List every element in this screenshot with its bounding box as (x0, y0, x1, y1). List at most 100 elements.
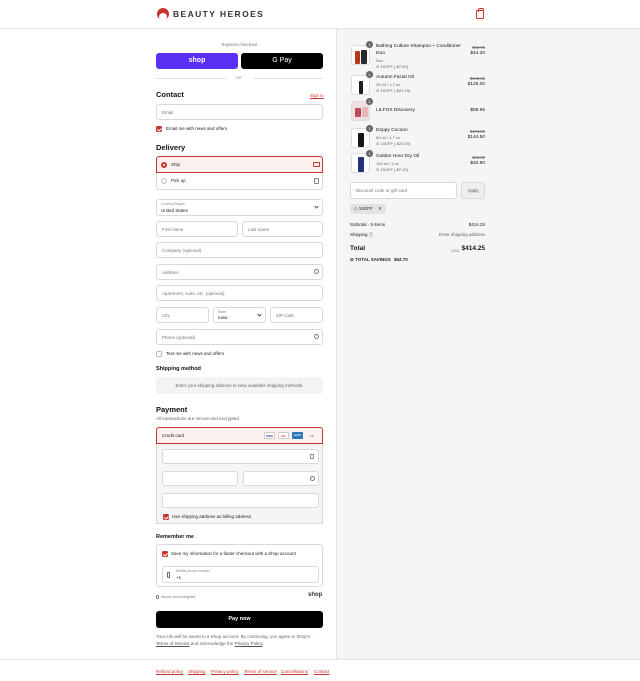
quantity-badge: 1 (366, 71, 373, 78)
pickup-radio[interactable] (161, 178, 167, 184)
expiry-field[interactable] (162, 471, 238, 486)
footer: Refund policy Shipping Privacy policy Te… (0, 659, 640, 681)
credit-card-option[interactable]: Credit card VISA MC AMEX +4 (156, 427, 323, 444)
phone-icon (167, 572, 170, 578)
privacy-link[interactable]: Privacy Policy (235, 641, 263, 646)
brand-name: BEAUTY HEROES (173, 9, 265, 19)
last-name-field[interactable]: Last name (242, 221, 323, 237)
card-details-panel: Use shipping address as billing address (156, 444, 323, 524)
discount-code-field[interactable]: Discount code or gift card (350, 182, 457, 199)
card-number-field[interactable] (162, 449, 319, 464)
help-icon[interactable] (314, 334, 319, 339)
save-info-checkbox[interactable] (162, 551, 168, 557)
logo-icon (157, 8, 169, 20)
item-original-price: $52.00 (472, 45, 485, 50)
ship-radio[interactable] (161, 162, 167, 168)
state-value: Iowa (218, 315, 228, 320)
product-image (351, 45, 370, 65)
item-original-price: $148.25 (469, 76, 485, 81)
item-variant: Duo (376, 58, 384, 63)
visa-icon: VISA (264, 432, 275, 439)
apply-button[interactable]: Apply (461, 182, 485, 199)
item-original-price: $48.00 (472, 155, 485, 160)
close-icon[interactable]: ✕ (378, 206, 382, 211)
item-name: Autumn Facial Oil (376, 75, 414, 80)
delivery-title: Delivery (156, 143, 186, 152)
lock-icon (310, 454, 314, 459)
company-field[interactable]: Company (optional) (156, 242, 323, 258)
zip-field[interactable]: ZIP code (270, 307, 323, 323)
help-icon[interactable]: ⓘ (369, 232, 374, 237)
item-discount: ⊘ 15OFF (-$23.25) (376, 88, 410, 93)
product-image (351, 75, 370, 95)
amex-icon: AMEX (292, 432, 303, 439)
shop-pay-button[interactable]: shop (156, 53, 238, 69)
shipping-link[interactable]: Shipping (188, 669, 206, 674)
shipping-label: Shipping (350, 232, 368, 237)
cart-bag-icon[interactable] (476, 8, 484, 19)
legal-and: and acknowledge the (189, 641, 235, 646)
address-field[interactable]: Address (156, 264, 323, 280)
privacy-policy-link[interactable]: Privacy policy (211, 669, 239, 674)
contact-title: Contact (156, 90, 184, 99)
item-price: $44.20 (470, 51, 485, 56)
item-price: $144.50 (467, 135, 485, 140)
pickup-option[interactable]: Pick up (156, 173, 323, 190)
phone-field[interactable]: Phone (optional) (156, 329, 323, 345)
item-discount: ⊘ 15OFF (-$7.80) (376, 64, 408, 69)
country-label: Country/Region (161, 202, 186, 206)
shipping-value: Enter shipping address (438, 232, 485, 237)
state-select[interactable]: State Iowa (213, 307, 266, 323)
divider-right (253, 78, 323, 79)
item-discount-text: 15OFF (-$7.80) (380, 64, 409, 69)
divider-left (156, 78, 226, 79)
brand-logo[interactable]: BEAUTY HEROES (157, 8, 264, 20)
legal-line: Your info will be saved to a Shop accoun… (156, 634, 311, 639)
billing-checkbox[interactable] (163, 514, 169, 520)
item-discount-text: 15OFF (-$23.25) (380, 88, 411, 93)
terms-link[interactable]: Terms of Service (156, 641, 190, 646)
payment-title: Payment (156, 405, 188, 414)
sign-in-link[interactable]: Sign in (310, 93, 324, 98)
item-discount: ⊘ 15OFF (-$7.20) (376, 167, 408, 172)
help-icon[interactable] (310, 476, 315, 481)
total-label: Total (350, 245, 366, 252)
item-original-price: $170.00 (469, 129, 485, 134)
ship-label: Ship (171, 162, 181, 167)
total-savings: ⊘ TOTAL SAVINGS $62.70 (350, 257, 408, 263)
item-variant: 50 ml / 1.7 oz (376, 135, 401, 140)
country-value: United States (161, 208, 189, 213)
text-news-checkbox[interactable] (156, 351, 162, 357)
mobile-value: +1 (176, 575, 182, 580)
mobile-phone-field[interactable]: Mobile phone number +1 (162, 566, 319, 583)
payment-subtitle: All transactions are secure and encrypte… (156, 416, 241, 421)
contact-link[interactable]: Contact (314, 669, 330, 674)
security-code-field[interactable] (243, 471, 319, 486)
ship-option[interactable]: Ship (156, 156, 323, 173)
truck-icon (313, 162, 320, 167)
shipping-method-title: Shipping method (156, 366, 201, 372)
item-name: Drippy Cocoon (376, 128, 408, 133)
city-field[interactable]: City (156, 307, 209, 323)
apartment-field[interactable]: Apartment, suite, etc. (optional) (156, 285, 323, 301)
item-discount-text: 15OFF (-$7.20) (380, 167, 409, 172)
email-field[interactable]: Email (156, 104, 323, 120)
cancellations-link[interactable]: Cancellations (281, 669, 308, 674)
save-info-label: Save my information for a faster checkou… (171, 551, 296, 556)
pay-now-button[interactable]: Pay now (156, 611, 323, 628)
google-pay-button[interactable]: G Pay (241, 53, 323, 69)
legal-text: Your info will be saved to a Shop accoun… (156, 633, 326, 647)
terms-link[interactable]: Terms of service (244, 669, 277, 674)
text-news-label: Text me with news and offers (166, 351, 224, 356)
order-summary: 1 Bathing Culture Shampoo + Conditioner … (336, 29, 640, 659)
lock-icon (156, 595, 159, 599)
name-on-card-field[interactable] (162, 493, 319, 508)
secure-label: Secure and encrypted (161, 595, 196, 599)
first-name-field[interactable]: First name (156, 221, 238, 237)
item-variant: 100 ml / 3 oz (376, 161, 399, 166)
item-discount: ⊘ 15OFF (-$25.50) (376, 141, 410, 146)
email-news-checkbox[interactable] (156, 126, 162, 132)
refund-policy-link[interactable]: Refund policy (156, 669, 183, 674)
country-select[interactable]: Country/Region United States (156, 199, 323, 216)
phone-placeholder: Phone (optional) (162, 335, 196, 340)
